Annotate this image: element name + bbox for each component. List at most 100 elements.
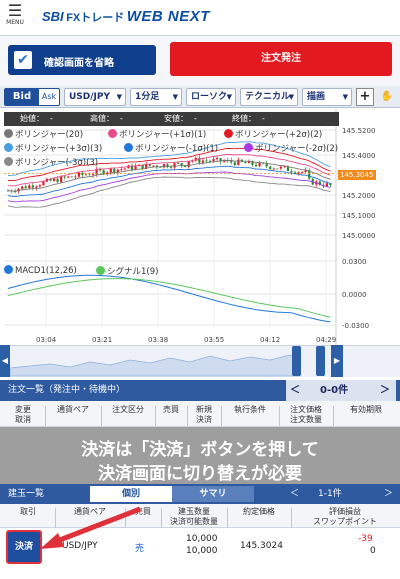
chart-type-select[interactable]: ローソク ▼: [186, 88, 236, 106]
candle-body: [258, 162, 261, 167]
ohlc-bar: 始値： - 高値： - 安値： - 終値： -: [4, 112, 339, 126]
tab-individual[interactable]: 個別: [90, 486, 172, 502]
dropdown-arrow-icon: ▼: [342, 93, 348, 101]
candle-body: [134, 166, 137, 170]
navigator-right-arrow[interactable]: ▶: [331, 345, 343, 377]
next-page-icon[interactable]: ＞: [384, 484, 393, 504]
checkbox-checked-icon[interactable]: ✔: [14, 51, 32, 69]
candle-body: [205, 160, 208, 162]
column-header: 通貨ペア: [57, 405, 89, 414]
candle-body: [176, 163, 180, 164]
candle-body: [173, 163, 176, 168]
candle-body: [24, 186, 27, 189]
time-axis-label: 03:38: [148, 336, 168, 344]
legend-dot-icon: [244, 143, 253, 152]
candle-body: [325, 183, 329, 187]
position-list-title: 建玉一覧: [8, 489, 45, 499]
bollinger-line: [7, 171, 331, 203]
candle-body: [99, 169, 102, 171]
legend-dot-icon: [4, 129, 13, 138]
dropdown-arrow-icon: ▼: [116, 93, 122, 101]
legend-dot-icon: [124, 143, 133, 152]
column-header: 注文価格 注文数量: [290, 405, 322, 424]
draw-select[interactable]: 描画 ▼: [302, 88, 352, 106]
legend-label: ボリンジャー(-3σ)(3): [15, 158, 99, 168]
prev-page-icon[interactable]: ＜: [290, 380, 300, 401]
row-swap: 0: [370, 546, 376, 556]
candle-body: [254, 164, 258, 167]
candle-body: [223, 161, 226, 162]
macd-axis-label: 0.0300: [342, 258, 367, 266]
candle-body: [113, 168, 116, 173]
annotation-arrow: [40, 506, 141, 549]
prev-page-icon[interactable]: ＜: [290, 484, 299, 504]
menu-label: MENU: [6, 19, 24, 26]
macd-legend-item: シグナル1(9): [96, 265, 158, 277]
current-price-tag: 145.3045: [338, 170, 376, 180]
time-axis-label: 04:12: [260, 336, 280, 344]
navigator-left-arrow[interactable]: ◀: [0, 345, 10, 377]
macd-axis-label: 0.0000: [342, 291, 367, 299]
column-divider: [161, 508, 162, 528]
legend-dot-icon: [4, 143, 13, 152]
column-header: 建玉数量 決済可能数量: [170, 507, 218, 526]
price-axis-label: 145.0000: [342, 232, 375, 240]
ask-option[interactable]: Ask: [39, 89, 59, 105]
legend-label: MACD1(12,26): [15, 266, 77, 276]
candle-body: [272, 168, 275, 170]
column-divider: [187, 406, 188, 426]
legend-label: ボリンジャー(20): [15, 130, 84, 140]
annotation-line-2: 決済画面に切り替えが必要: [98, 464, 302, 484]
candle-body: [77, 172, 80, 177]
row-pnl: -39: [358, 534, 373, 544]
technical-select[interactable]: テクニカル ▼: [240, 88, 298, 106]
row-price: 145.3024: [240, 541, 283, 551]
candle-body: [28, 185, 31, 189]
next-page-icon[interactable]: ＞: [380, 380, 390, 401]
column-header: 注文区分: [112, 405, 144, 414]
column-header: 評価損益 スワップポイント: [313, 507, 377, 526]
legend-item: ボリンジャー(+2σ)(2): [224, 128, 322, 140]
candle-body: [233, 162, 236, 166]
candle-body: [208, 160, 212, 162]
candle-body: [301, 171, 304, 173]
pair-select[interactable]: USD/JPY ▼: [64, 88, 126, 106]
time-axis-label: 03:55: [204, 336, 224, 344]
annotation-line-1: 決済は「決済」ボタンを押して: [81, 440, 319, 460]
candle-body: [21, 186, 24, 189]
candle-body: [38, 185, 41, 187]
timeframe-select[interactable]: 1分足 ▼: [130, 88, 182, 106]
confirm-skip-toggle[interactable]: ✔ 確認画面を省略: [8, 45, 156, 75]
bid-ask-toggle[interactable]: Bid Ask: [4, 88, 60, 106]
hand-tool-icon[interactable]: ✋: [378, 88, 396, 106]
signal-line: [7, 278, 331, 318]
column-header: 売買: [163, 405, 179, 414]
column-divider: [227, 508, 228, 528]
confirm-skip-label: 確認画面を省略: [44, 58, 114, 69]
candle-body: [120, 168, 123, 170]
candle-body: [52, 178, 56, 181]
price-axis-label: 145.5200: [342, 127, 375, 135]
legend-dot-icon: [96, 266, 105, 275]
candle-body: [84, 174, 88, 176]
tab-summary[interactable]: サマリ: [172, 486, 254, 502]
time-axis-label: 03:04: [36, 336, 57, 344]
candle-body: [67, 176, 70, 178]
column-divider: [221, 406, 222, 426]
candle-body: [91, 174, 95, 176]
annotation-overlay: 決済は「決済」ボタンを押して 決済画面に切り替えが必要: [0, 427, 400, 485]
menu-button[interactable]: ☰ MENU: [2, 2, 28, 34]
order-submit-button[interactable]: 注文発注: [170, 42, 392, 76]
legend-item: ボリンジャー(-1σ)(1): [124, 142, 218, 154]
dropdown-arrow-icon: ▼: [288, 93, 294, 101]
app-logo: SBI FXトレード WEB NEXT: [42, 8, 210, 25]
navigator-handle-right[interactable]: [316, 346, 325, 376]
navigator-handle-left[interactable]: [292, 346, 301, 376]
dropdown-arrow-icon: ▼: [226, 93, 232, 101]
add-chart-button[interactable]: +: [356, 88, 374, 106]
bid-option[interactable]: Bid: [5, 89, 39, 105]
column-header: 約定価格: [243, 507, 275, 516]
candle-body: [123, 168, 127, 170]
column-header: 執行条件: [234, 405, 266, 414]
candle-body: [169, 167, 173, 168]
